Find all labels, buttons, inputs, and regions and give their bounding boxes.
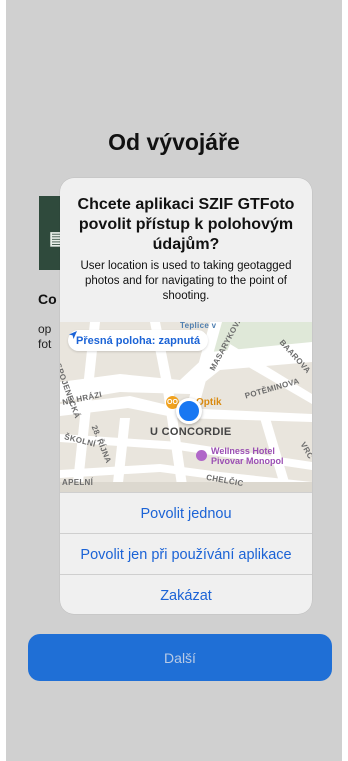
map-label-u-concordie: U CONCORDIE: [150, 426, 232, 438]
user-location-dot: [176, 398, 202, 424]
map-label-teplice: Teplice v: [180, 322, 217, 330]
map-label-apelni: APELNÍ: [62, 478, 94, 487]
app-description-line-1: op: [38, 322, 52, 336]
app-description-line-2: fot: [38, 337, 52, 351]
allow-once-button[interactable]: Povolit jednou: [60, 492, 312, 534]
poi-hotel: Wellness Hotel Pivovar Monopol: [196, 446, 284, 466]
app-description: op fot: [38, 322, 62, 352]
allow-while-using-button[interactable]: Povolit jen při používání aplikace: [60, 533, 312, 575]
poi-hotel-line-1: Wellness Hotel: [211, 446, 275, 456]
page-title: Od vývojáře: [108, 129, 240, 155]
dialog-message: User location is used to taking geotagge…: [80, 260, 292, 302]
app-name: Co: [38, 291, 57, 307]
precise-location-toggle[interactable]: Přesná poloha: zapnutá: [68, 330, 209, 351]
hotel-icon: [196, 450, 207, 461]
dialog-title: Chcete aplikaci SZIF GTFoto povolit přís…: [77, 196, 295, 253]
location-map[interactable]: Přesná poloha: zapnutá Teplice v SPOJENE…: [60, 322, 312, 492]
location-arrow-icon: [69, 331, 77, 339]
poi-hotel-line-2: Pivovar Monopol: [211, 456, 284, 466]
deny-button[interactable]: Zakázat: [60, 574, 312, 614]
location-permission-dialog: Chcete aplikaci SZIF GTFoto povolit přís…: [60, 178, 312, 614]
app-screen: Od vývojáře ▤ Co op fot Další Chcete apl…: [6, 0, 342, 761]
next-button[interactable]: Další: [28, 634, 332, 681]
precise-location-label: Přesná poloha: zapnutá: [76, 334, 201, 347]
